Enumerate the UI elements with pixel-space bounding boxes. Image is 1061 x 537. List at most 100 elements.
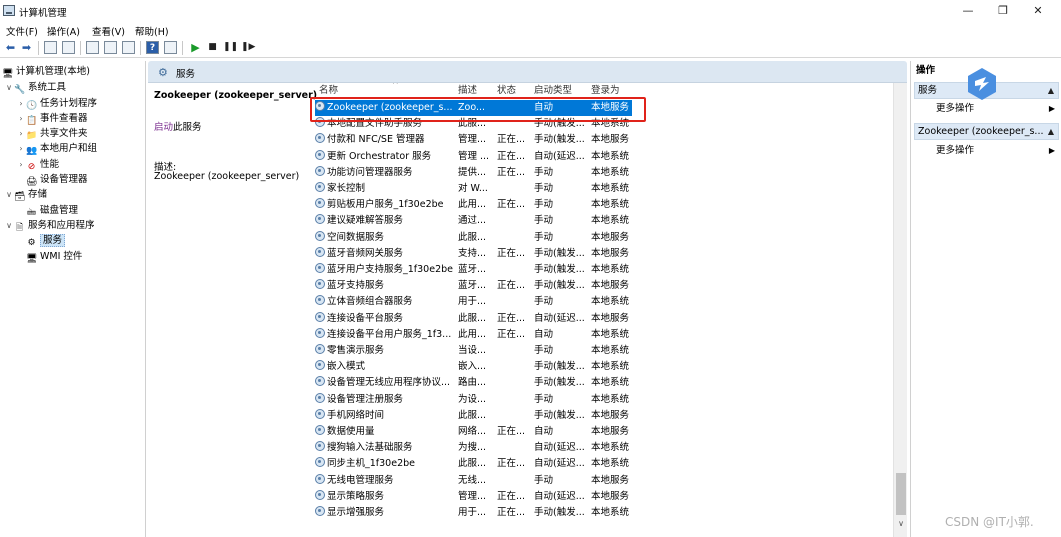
more-actions-zookeeper[interactable]: 更多操作 ▶ (914, 142, 1059, 159)
stop-service-icon[interactable]: ■ (206, 41, 219, 54)
service-row[interactable]: 显示增强服务 用于... 正在... 手动(触发... 本地系统 (307, 505, 867, 521)
service-row[interactable]: 手机网络时间 此服... 手动(触发... 本地服务 (307, 408, 867, 424)
service-startup-type: 手动 (534, 183, 554, 194)
chevron-right-icon: ▶ (1048, 146, 1055, 155)
service-row[interactable]: 嵌入模式 嵌入... 手动(触发... 本地系统 (307, 359, 867, 375)
service-logon-as: 本地系统 (591, 328, 630, 340)
service-startup-type: 手动(触发... (534, 264, 585, 275)
service-description: 蓝牙... (458, 280, 487, 292)
bird-logo-icon (968, 68, 996, 100)
close-button[interactable]: ✕ (1020, 2, 1056, 20)
service-gear-icon (315, 344, 325, 354)
service-row[interactable]: 家长控制对 W... 手动 本地系统 (307, 181, 867, 197)
service-row[interactable]: 剪贴板用户服务_1f30e2be 此用... 正在... 手动 本地系统 (307, 197, 867, 213)
service-startup-type: 手动(触发... (534, 361, 585, 373)
maximize-button[interactable]: ❐ (985, 2, 1021, 20)
tree-item-shared-folders[interactable]: › 📁 共享文件夹 (16, 126, 87, 141)
actions-section-zookeeper[interactable]: Zookeeper (zookeeper_s... ▲ (914, 123, 1059, 140)
service-gear-icon (315, 246, 325, 257)
tree-item-event-viewer[interactable]: › 📋 事件查看器 (16, 111, 87, 126)
service-row[interactable]: 设备管理无线应用程序协议... 路由... 手动(触发... 本地系统 (307, 375, 867, 391)
highlight-annotation (310, 97, 646, 122)
tree-item-wmi[interactable]: 🖥 WMI 控件 (26, 249, 82, 264)
service-row[interactable]: 立体音频组合器服务 用于... 手动 本地系统 (307, 294, 867, 310)
start-service-link[interactable]: 启动 (154, 122, 173, 133)
users-icon: 👥 (26, 146, 38, 156)
back-arrow-icon[interactable]: ⬅ (4, 41, 17, 54)
service-row[interactable]: 显示策略服务 管理... 正在... 自动(延迟... 本地服务 (307, 489, 867, 505)
menu-help[interactable]: 帮助(H) (135, 24, 169, 38)
chevron-right-icon[interactable]: › (16, 157, 26, 172)
service-description: 用于... (458, 296, 487, 308)
tree-item-storage[interactable]: ∨ 🗃 存储 (4, 187, 47, 202)
show-action-pane-icon[interactable] (164, 41, 177, 54)
export-list-icon[interactable] (122, 41, 135, 54)
show-hide-tree-icon[interactable] (62, 41, 75, 54)
service-row[interactable]: 空间数据服务 此服... 手动 本地服务 (307, 230, 867, 246)
chevron-right-icon[interactable]: › (16, 141, 26, 156)
menu-file[interactable]: 文件(F) (6, 24, 38, 38)
computer-icon: 🖥 (2, 69, 14, 79)
service-name: 显示增强服务 (315, 505, 455, 521)
forward-arrow-icon[interactable]: ➡ (20, 41, 33, 54)
tree-item-services[interactable]: ⚙ 服务 (26, 233, 66, 248)
tree-item-performance[interactable]: › ⊘ 性能 (16, 157, 59, 172)
storage-icon: 🗃 (14, 192, 26, 202)
tree-item-local-users[interactable]: › 👥 本地用户和组 (16, 141, 97, 156)
service-logon-as: 本地系统 (591, 442, 630, 454)
menu-view[interactable]: 查看(V) (92, 24, 125, 38)
scroll-down-icon[interactable]: ∨ (895, 519, 907, 529)
service-description: 管理... (458, 134, 487, 146)
chevron-down-icon[interactable]: ∨ (4, 187, 14, 202)
scroll-thumb[interactable] (896, 473, 906, 515)
service-name: 空间数据服务 (315, 230, 455, 246)
menu-action[interactable]: 操作(A) (47, 24, 80, 38)
service-row[interactable]: 建议疑难解答服务 通过... 手动 本地系统 (307, 213, 867, 229)
service-startup-type: 手动(触发... (534, 377, 585, 389)
properties-icon[interactable] (86, 41, 99, 54)
service-row[interactable]: 付款和 NFC/SE 管理器 管理... 正在... 手动(触发... 本地服务 (307, 132, 867, 148)
wmi-icon: 🖥 (26, 254, 38, 264)
actions-pane: 操作 服务 ▲ 更多操作 ▶ Zookeeper (zookeeper_s... ▲ … (910, 61, 1061, 537)
service-row[interactable]: 零售演示服务 当设... 手动 本地系统 (307, 343, 867, 359)
refresh-icon[interactable] (104, 41, 117, 54)
service-name: 同步主机_1f30e2be (315, 456, 455, 472)
tree-item-disk-management[interactable]: 🖮 磁盘管理 (26, 203, 78, 218)
restart-service-icon[interactable]: ❚▶ (241, 41, 255, 54)
service-row[interactable]: 蓝牙音频网关服务 支持... 正在... 手动(触发... 本地服务 (307, 246, 867, 262)
service-row[interactable]: 搜狗输入法基础服务 为搜... 自动(延迟... 本地系统 (307, 440, 867, 456)
service-row[interactable]: 无线电管理服务 无线... 手动 本地服务 (307, 473, 867, 489)
start-service-icon[interactable]: ▶ (189, 41, 202, 54)
service-row[interactable]: 蓝牙用户支持服务_1f30e2be 蓝牙... 手动(触发... 本地系统 (307, 262, 867, 278)
service-row[interactable]: 同步主机_1f30e2be 此服... 正在... 自动(延迟... 本地系统 (307, 456, 867, 472)
chevron-down-icon[interactable]: ∨ (4, 218, 14, 233)
chevron-right-icon[interactable]: › (16, 126, 26, 141)
service-gear-icon (315, 198, 325, 209)
pause-service-icon[interactable]: ❚❚ (223, 41, 238, 54)
service-row[interactable]: 更新 Orchestrator 服务 管理 ... 正在... 自动(延迟... 本地系… (307, 149, 867, 165)
service-row[interactable]: 功能访问管理器服务 提供... 正在... 手动 本地系统 (307, 165, 867, 181)
service-logon-as: 本地系统 (591, 199, 630, 211)
tree-item-system-tools[interactable]: ∨ 🔧 系统工具 (4, 80, 66, 95)
service-row[interactable]: 数据使用量 网络... 正在... 自动 本地服务 (307, 424, 867, 440)
service-row[interactable]: 蓝牙支持服务 蓝牙... 正在... 手动(触发... 本地服务 (307, 278, 867, 294)
chevron-right-icon[interactable]: › (16, 96, 26, 111)
up-folder-icon[interactable] (44, 41, 57, 54)
chevron-right-icon[interactable]: › (16, 111, 26, 126)
minimize-button[interactable]: — (950, 2, 986, 20)
service-gear-icon (315, 408, 325, 419)
tree-item-task-scheduler[interactable]: › 🕓 任务计划程序 (16, 96, 97, 111)
service-description: 管理 ... (458, 150, 490, 162)
tree-item-device-manager[interactable]: 🖨 设备管理器 (26, 172, 88, 187)
tree-item-services-apps[interactable]: ∨ 🗎 服务和应用程序 (4, 218, 94, 233)
tree-item-root[interactable]: 🖥 计算机管理(本地) (2, 64, 90, 79)
service-row[interactable]: 连接设备平台用户服务_1f3... 此用... 正在... 自动 本地系统 (307, 327, 867, 343)
service-description: 管理... (458, 490, 487, 502)
help-icon[interactable]: ? (146, 41, 159, 54)
vertical-scrollbar[interactable]: ∨ (893, 83, 907, 537)
service-row[interactable]: 连接设备平台服务 此服... 正在... 自动(延迟... 本地服务 (307, 311, 867, 327)
more-actions-services[interactable]: 更多操作 ▶ (914, 100, 1059, 117)
service-row[interactable]: 设备管理注册服务 为设... 手动 本地系统 (307, 392, 867, 408)
service-logon-as: 本地服务 (591, 247, 630, 259)
chevron-down-icon[interactable]: ∨ (4, 80, 14, 95)
